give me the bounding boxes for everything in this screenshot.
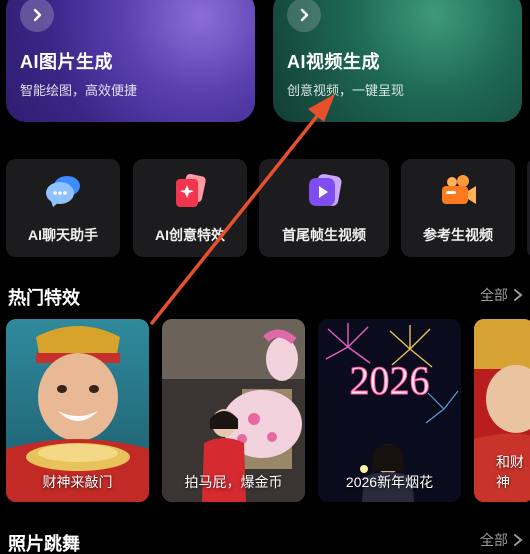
effect-caption: 财神来敲门	[42, 474, 113, 490]
play-icon	[309, 174, 342, 206]
effect-card-horse-gold-coins[interactable]: 拍马屁，爆金币	[162, 319, 305, 502]
chevron-right-icon	[514, 534, 523, 546]
chevron-right-icon	[514, 289, 523, 301]
tool-first-last-frame-video[interactable]: 首尾帧生视频	[259, 159, 389, 257]
tool-ai-chat-assistant[interactable]: AI聊天助手	[6, 159, 120, 257]
tool-reference-video[interactable]: 参考生视频	[401, 159, 515, 257]
video-camera-icon	[442, 175, 476, 204]
tool-label: 首尾帧生视频	[282, 227, 366, 243]
ai-video-generation-card[interactable]: AI视频生成 创意视频，一键呈现	[273, 0, 522, 122]
chevron-right-icon[interactable]	[20, 0, 54, 32]
sparkle-card-icon	[176, 173, 206, 207]
effect-caption: 和财神	[496, 454, 524, 490]
effect-card-2026-fireworks[interactable]: 2026 2026新年烟花	[318, 319, 461, 502]
section-title-photo-dance: 照片跳舞	[8, 534, 80, 554]
see-all-label: 全部	[480, 287, 508, 303]
tool-label: AI创意特效	[155, 227, 225, 243]
see-all-photo-dance[interactable]: 全部	[480, 530, 524, 550]
effect-caption: 2026新年烟花	[345, 474, 434, 490]
chevron-right-icon[interactable]	[287, 0, 321, 32]
see-all-hot-effects[interactable]: 全部	[480, 285, 524, 305]
effect-caption: 拍马屁，爆金币	[184, 474, 283, 490]
see-all-label: 全部	[480, 532, 508, 548]
card-subtitle: 智能绘图，高效便捷	[20, 83, 138, 98]
tool-ai-creative-effects[interactable]: AI创意特效	[133, 159, 247, 257]
tool-label: AI聊天助手	[28, 227, 98, 243]
ai-image-generation-card[interactable]: AI图片生成 智能绘图，高效便捷	[6, 0, 255, 122]
card-title: AI视频生成	[287, 52, 380, 72]
chat-bubble-icon	[46, 176, 80, 207]
effect-card-god-of-wealth[interactable]: 财神来敲门	[6, 319, 149, 502]
tool-label: 参考生视频	[423, 227, 493, 243]
section-title-hot-effects: 热门特效	[8, 288, 80, 308]
firework-number-text: 2026	[350, 358, 430, 403]
effect-card-with-god-of-wealth[interactable]: 和财神	[474, 319, 530, 502]
card-title: AI图片生成	[20, 52, 113, 72]
card-subtitle: 创意视频，一键呈现	[287, 83, 405, 98]
